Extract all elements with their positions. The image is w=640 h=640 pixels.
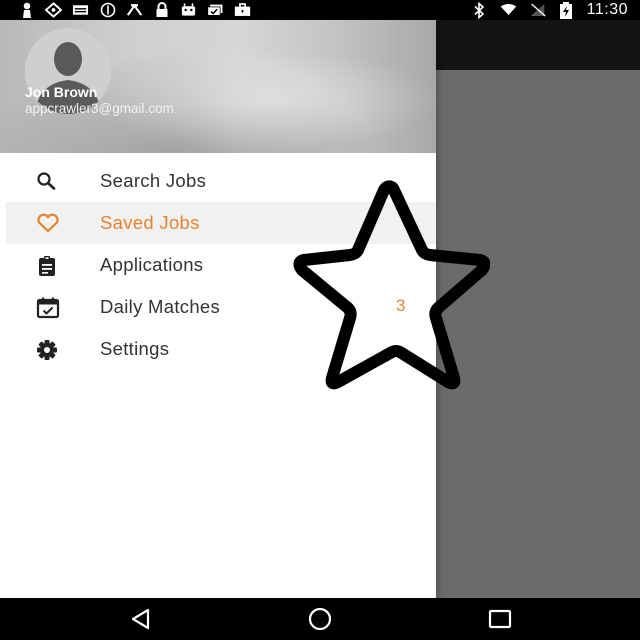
menu-item-label: Settings <box>100 338 170 359</box>
no-signal-icon <box>529 2 546 18</box>
status-time: 11:30 <box>586 1 628 18</box>
home-icon[interactable] <box>306 607 332 631</box>
calendar-check-icon <box>36 297 60 319</box>
user-email: appcrawler3@gmail.com <box>25 101 174 116</box>
status-notification-icons <box>18 2 251 18</box>
drawer-header: Jon Brown appcrawler3@gmail.com <box>0 20 436 153</box>
menu-item-label: Daily Matches <box>100 296 221 317</box>
location-icon <box>45 2 62 18</box>
battery-charging-icon <box>558 1 575 19</box>
storage-icon <box>72 2 89 18</box>
system-navigation-bar <box>0 598 640 640</box>
status-system-icons: 11:30 <box>471 1 628 19</box>
menu-item-label: Applications <box>100 254 204 275</box>
person-icon <box>18 2 35 18</box>
menu-item-label: Saved Jobs <box>100 212 200 233</box>
lock-icon <box>153 2 170 18</box>
bluetooth-icon <box>471 1 488 19</box>
clipboard-icon <box>36 255 58 276</box>
wifi-icon <box>500 2 517 18</box>
back-icon[interactable] <box>128 607 154 631</box>
avatar[interactable] <box>25 28 111 114</box>
briefcase-icon <box>234 2 251 18</box>
menu-item-label: Search Jobs <box>100 170 207 191</box>
heart-icon <box>36 213 59 233</box>
user-name: Jon Brown <box>25 84 98 100</box>
search-icon <box>36 171 58 191</box>
photo-check-icon <box>207 2 224 18</box>
gear-icon <box>36 339 58 360</box>
fax-icon <box>126 2 143 18</box>
star-overlay-icon <box>293 180 490 390</box>
status-bar: 11:30 <box>0 0 640 20</box>
android-icon <box>180 2 197 18</box>
block-icon <box>99 2 116 18</box>
recents-icon[interactable] <box>487 607 513 631</box>
